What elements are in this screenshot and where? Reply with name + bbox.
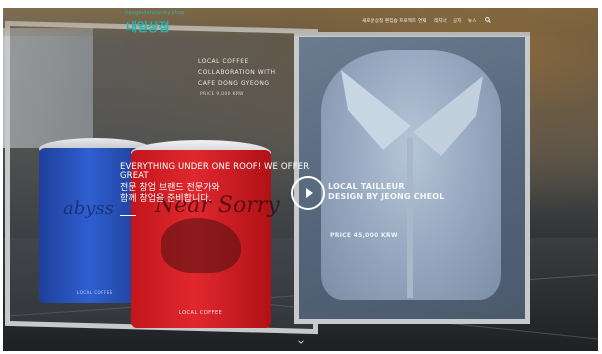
top-navbar xyxy=(3,8,598,36)
hero-headline: EVERYTHING UNDER ONE ROOF! WE OFFER GREA… xyxy=(120,162,310,181)
right-caption-line: DESIGN BY JEONG CHEOL xyxy=(328,192,445,201)
chevron-down-icon[interactable] xyxy=(298,340,304,344)
nav-item-news[interactable]: 뉴스 xyxy=(468,18,476,24)
blue-can-label: LOCAL COFFEE xyxy=(77,290,113,295)
left-caption-line: LOCAL COFFEE xyxy=(198,58,249,65)
left-caption: LOCAL COFFEE COLLABORATION WITH CAFE DON… xyxy=(198,56,298,89)
nav-item-notice[interactable]: 공지 xyxy=(453,18,461,24)
left-price: PRICE 9,000 KRW xyxy=(200,92,244,97)
left-caption-line: COLLABORATION WITH xyxy=(198,69,276,76)
play-button[interactable] xyxy=(291,176,325,210)
page: abyss LOCAL COFFEE Near Sorry LOCAL COFF… xyxy=(0,0,602,354)
left-caption-line: CAFE DONG GYEONG xyxy=(198,80,270,87)
hero-korean-line: 전문 창업 브랜드 전문가와 xyxy=(120,183,220,193)
nav-item-new-shop[interactable]: 새로운상점 xyxy=(362,18,383,24)
logo[interactable]: 내일상점 xyxy=(126,18,170,35)
logo-subtitle[interactable]: hangeulenjoy.my.shop xyxy=(125,10,184,16)
nav-item-edit-project[interactable]: 편집숍 프로젝트 xyxy=(385,18,416,24)
nav-item-series[interactable]: 연재 xyxy=(418,18,426,24)
right-price: PRICE 45,000 KRW xyxy=(330,232,398,239)
red-can-label: LOCAL COFFEE xyxy=(179,310,223,316)
shirt-placket xyxy=(407,138,413,298)
play-icon xyxy=(305,188,313,198)
hero-korean-text: 전문 창업 브랜드 전문가와 함께 창업을 준비합니다. xyxy=(120,183,310,205)
hero-korean-line: 함께 창업을 준비합니다. xyxy=(120,194,212,204)
blue-can-script: abyss xyxy=(63,198,114,219)
nav-item-resident[interactable]: 레지너 xyxy=(434,18,447,24)
hero-divider xyxy=(120,215,136,216)
right-caption: LOCAL TAILLEUR DESIGN BY JEONG CHEOL xyxy=(328,182,478,202)
search-icon[interactable] xyxy=(485,17,491,23)
right-caption-line: LOCAL TAILLEUR xyxy=(328,182,405,191)
